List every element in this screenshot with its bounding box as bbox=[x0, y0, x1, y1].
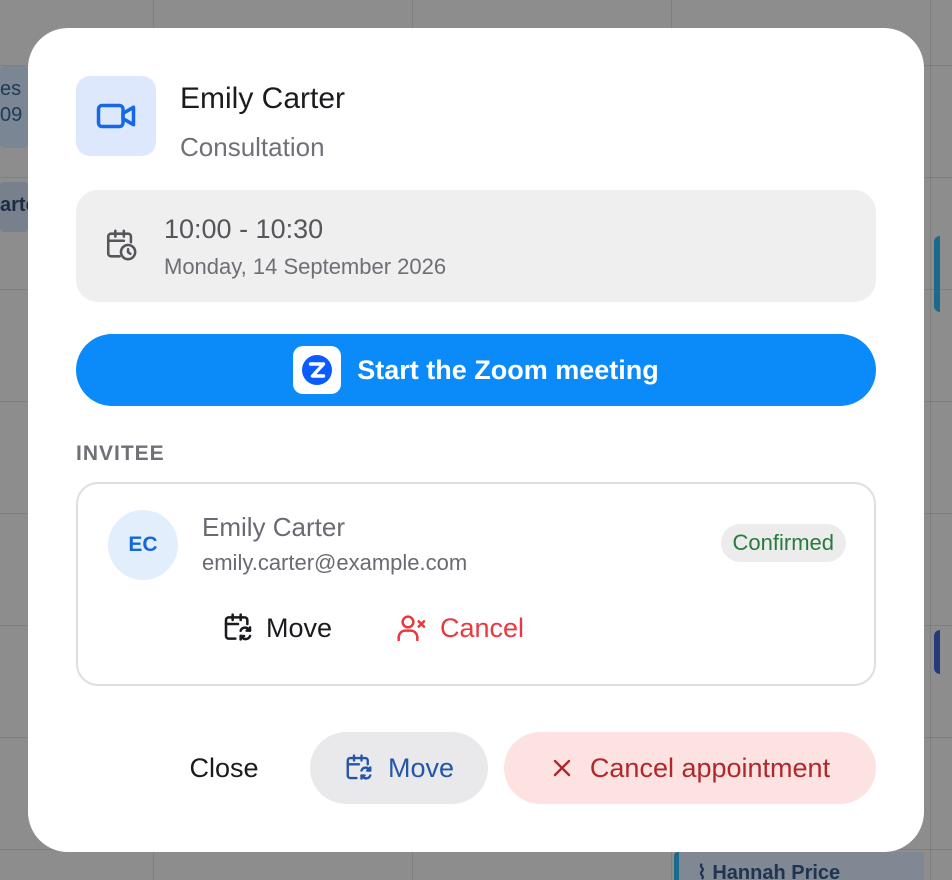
background-event: es 09 bbox=[0, 66, 28, 148]
background-event: ⌇ Hannah Price bbox=[674, 852, 924, 880]
calendar-clock-icon bbox=[104, 228, 138, 267]
invitee-move-label: Move bbox=[266, 612, 333, 643]
close-button[interactable]: Close bbox=[168, 732, 280, 804]
calendar-sync-icon bbox=[224, 613, 252, 641]
invitee-cancel-label: Cancel bbox=[440, 612, 525, 643]
start-zoom-meeting-button[interactable]: Start the Zoom meeting bbox=[76, 334, 876, 406]
appointment-time-box: 10:00 - 10:30 Monday, 14 September 2026 bbox=[76, 190, 876, 302]
avatar: EC bbox=[108, 510, 178, 580]
start-zoom-meeting-label: Start the Zoom meeting bbox=[357, 354, 659, 385]
invitee-move-button[interactable]: Move bbox=[222, 608, 332, 648]
cancel-appointment-button[interactable]: Cancel appointment bbox=[504, 732, 876, 804]
appointment-title: Emily Carter bbox=[180, 82, 346, 115]
activity-icon: ⌇ bbox=[697, 862, 713, 880]
background-event-edge bbox=[934, 236, 940, 312]
zoom-logo-icon bbox=[293, 346, 342, 394]
appointment-type: Consultation bbox=[180, 132, 325, 162]
close-icon bbox=[553, 759, 571, 777]
appointment-time-range: 10:00 - 10:30 bbox=[164, 214, 324, 244]
move-appointment-button[interactable]: Move bbox=[310, 732, 488, 804]
invitee-email: emily.carter@example.com bbox=[202, 550, 468, 575]
invitee-card: EC Emily Carter emily.carter@example.com… bbox=[76, 482, 876, 686]
user-remove-icon bbox=[397, 615, 426, 642]
appointment-modal: Emily Carter Consultation 10:00 - 10:30 … bbox=[28, 28, 924, 852]
invitee-cancel-button[interactable]: Cancel bbox=[396, 608, 524, 648]
background-event-edge bbox=[934, 630, 940, 674]
appointment-date: Monday, 14 September 2026 bbox=[164, 254, 447, 279]
background-event: arte bbox=[0, 182, 28, 232]
video-camera-icon bbox=[76, 76, 156, 156]
cancel-appointment-label: Cancel appointment bbox=[589, 752, 831, 783]
status-badge: Confirmed bbox=[720, 524, 846, 562]
invitee-name: Emily Carter bbox=[202, 512, 346, 542]
invitee-section-label: INVITEE bbox=[76, 442, 165, 465]
calendar-sync-icon bbox=[346, 754, 372, 780]
move-appointment-label: Move bbox=[387, 752, 455, 783]
